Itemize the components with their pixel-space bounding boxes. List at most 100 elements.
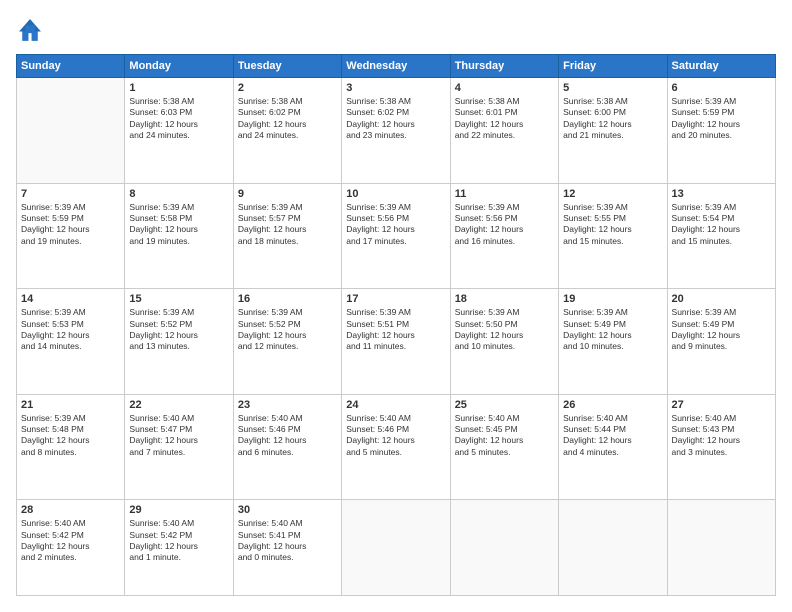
cell-content: Sunrise: 5:38 AMSunset: 6:00 PMDaylight:…	[563, 96, 662, 142]
day-number: 1	[129, 82, 228, 94]
cell-content: Sunrise: 5:39 AMSunset: 5:48 PMDaylight:…	[21, 413, 120, 459]
day-number: 13	[672, 188, 771, 200]
day-number: 11	[455, 188, 554, 200]
calendar-cell: 6 Sunrise: 5:39 AMSunset: 5:59 PMDaylight…	[667, 78, 775, 184]
day-number: 24	[346, 399, 445, 411]
calendar-cell: 24 Sunrise: 5:40 AMSunset: 5:46 PMDayligh…	[342, 394, 450, 500]
weekday-header-thursday: Thursday	[450, 55, 558, 78]
cell-content: Sunrise: 5:40 AMSunset: 5:47 PMDaylight:…	[129, 413, 228, 459]
cell-content: Sunrise: 5:39 AMSunset: 5:56 PMDaylight:…	[455, 202, 554, 248]
calendar-cell: 27 Sunrise: 5:40 AMSunset: 5:43 PMDayligh…	[667, 394, 775, 500]
header	[16, 16, 776, 44]
day-number: 27	[672, 399, 771, 411]
logo-icon	[16, 16, 44, 44]
day-number: 10	[346, 188, 445, 200]
week-row-1: 1 Sunrise: 5:38 AMSunset: 6:03 PMDaylight…	[17, 78, 776, 184]
cell-content: Sunrise: 5:38 AMSunset: 6:02 PMDaylight:…	[346, 96, 445, 142]
day-number: 22	[129, 399, 228, 411]
calendar-cell: 8 Sunrise: 5:39 AMSunset: 5:58 PMDaylight…	[125, 183, 233, 289]
day-number: 9	[238, 188, 337, 200]
day-number: 6	[672, 82, 771, 94]
calendar-header-row: SundayMondayTuesdayWednesdayThursdayFrid…	[17, 55, 776, 78]
day-number: 8	[129, 188, 228, 200]
day-number: 4	[455, 82, 554, 94]
calendar-cell: 3 Sunrise: 5:38 AMSunset: 6:02 PMDaylight…	[342, 78, 450, 184]
calendar-cell: 22 Sunrise: 5:40 AMSunset: 5:47 PMDayligh…	[125, 394, 233, 500]
calendar-cell	[342, 500, 450, 596]
calendar-cell: 20Sunrise: 5:39 AMSunset: 5:49 PMDayligh…	[667, 289, 775, 395]
cell-content: Sunrise: 5:39 AMSunset: 5:52 PMDaylight:…	[238, 307, 337, 353]
calendar-cell: 10 Sunrise: 5:39 AMSunset: 5:56 PMDayligh…	[342, 183, 450, 289]
week-row-3: 14 Sunrise: 5:39 AMSunset: 5:53 PMDayligh…	[17, 289, 776, 395]
day-number: 25	[455, 399, 554, 411]
calendar-body: 1 Sunrise: 5:38 AMSunset: 6:03 PMDaylight…	[17, 78, 776, 596]
calendar-cell: 7Sunrise: 5:39 AMSunset: 5:59 PMDaylight…	[17, 183, 125, 289]
calendar-cell	[450, 500, 558, 596]
day-number: 23	[238, 399, 337, 411]
calendar-cell: 28 Sunrise: 5:40 AMSunset: 5:42 PMDayligh…	[17, 500, 125, 596]
cell-content: Sunrise: 5:39 AMSunset: 5:55 PMDaylight:…	[563, 202, 662, 248]
cell-content: Sunrise: 5:39 AMSunset: 5:54 PMDaylight:…	[672, 202, 771, 248]
cell-content: Sunrise: 5:39 AMSunset: 5:50 PMDaylight:…	[455, 307, 554, 353]
cell-content: Sunrise: 5:39 AMSunset: 5:57 PMDaylight:…	[238, 202, 337, 248]
week-row-2: 7Sunrise: 5:39 AMSunset: 5:59 PMDaylight…	[17, 183, 776, 289]
day-number: 19	[563, 293, 662, 305]
weekday-header-wednesday: Wednesday	[342, 55, 450, 78]
cell-content: Sunrise: 5:39 AMSunset: 5:52 PMDaylight:…	[129, 307, 228, 353]
calendar-cell: 2 Sunrise: 5:38 AMSunset: 6:02 PMDaylight…	[233, 78, 341, 184]
logo	[16, 16, 48, 44]
calendar-cell: 21Sunrise: 5:39 AMSunset: 5:48 PMDayligh…	[17, 394, 125, 500]
cell-content: Sunrise: 5:39 AMSunset: 5:56 PMDaylight:…	[346, 202, 445, 248]
day-number: 5	[563, 82, 662, 94]
day-number: 2	[238, 82, 337, 94]
weekday-header-saturday: Saturday	[667, 55, 775, 78]
cell-content: Sunrise: 5:38 AMSunset: 6:02 PMDaylight:…	[238, 96, 337, 142]
cell-content: Sunrise: 5:40 AMSunset: 5:43 PMDaylight:…	[672, 413, 771, 459]
day-number: 15	[129, 293, 228, 305]
cell-content: Sunrise: 5:40 AMSunset: 5:46 PMDaylight:…	[238, 413, 337, 459]
cell-content: Sunrise: 5:39 AMSunset: 5:49 PMDaylight:…	[563, 307, 662, 353]
calendar-cell: 13 Sunrise: 5:39 AMSunset: 5:54 PMDayligh…	[667, 183, 775, 289]
cell-content: Sunrise: 5:39 AMSunset: 5:59 PMDaylight:…	[672, 96, 771, 142]
cell-content: Sunrise: 5:39 AMSunset: 5:53 PMDaylight:…	[21, 307, 120, 353]
cell-content: Sunrise: 5:39 AMSunset: 5:58 PMDaylight:…	[129, 202, 228, 248]
cell-content: Sunrise: 5:39 AMSunset: 5:51 PMDaylight:…	[346, 307, 445, 353]
cell-content: Sunrise: 5:39 AMSunset: 5:59 PMDaylight:…	[21, 202, 120, 248]
calendar-cell	[17, 78, 125, 184]
cell-content: Sunrise: 5:40 AMSunset: 5:42 PMDaylight:…	[21, 518, 120, 564]
calendar-cell	[559, 500, 667, 596]
weekday-header-monday: Monday	[125, 55, 233, 78]
cell-content: Sunrise: 5:40 AMSunset: 5:46 PMDaylight:…	[346, 413, 445, 459]
calendar-cell: 23 Sunrise: 5:40 AMSunset: 5:46 PMDayligh…	[233, 394, 341, 500]
calendar-cell: 9 Sunrise: 5:39 AMSunset: 5:57 PMDaylight…	[233, 183, 341, 289]
calendar-cell: 11 Sunrise: 5:39 AMSunset: 5:56 PMDayligh…	[450, 183, 558, 289]
day-number: 30	[238, 504, 337, 516]
page: SundayMondayTuesdayWednesdayThursdayFrid…	[0, 0, 792, 612]
calendar-cell: 4 Sunrise: 5:38 AMSunset: 6:01 PMDaylight…	[450, 78, 558, 184]
calendar-cell: 18Sunrise: 5:39 AMSunset: 5:50 PMDayligh…	[450, 289, 558, 395]
day-number: 20	[672, 293, 771, 305]
calendar-cell: 14 Sunrise: 5:39 AMSunset: 5:53 PMDayligh…	[17, 289, 125, 395]
calendar-cell: 15 Sunrise: 5:39 AMSunset: 5:52 PMDayligh…	[125, 289, 233, 395]
calendar-cell: 17Sunrise: 5:39 AMSunset: 5:51 PMDayligh…	[342, 289, 450, 395]
day-number: 29	[129, 504, 228, 516]
cell-content: Sunrise: 5:40 AMSunset: 5:41 PMDaylight:…	[238, 518, 337, 564]
cell-content: Sunrise: 5:40 AMSunset: 5:42 PMDaylight:…	[129, 518, 228, 564]
cell-content: Sunrise: 5:40 AMSunset: 5:45 PMDaylight:…	[455, 413, 554, 459]
calendar-cell	[667, 500, 775, 596]
day-number: 16	[238, 293, 337, 305]
day-number: 14	[21, 293, 120, 305]
calendar-cell: 29 Sunrise: 5:40 AMSunset: 5:42 PMDayligh…	[125, 500, 233, 596]
calendar-cell: 5 Sunrise: 5:38 AMSunset: 6:00 PMDaylight…	[559, 78, 667, 184]
calendar-cell: 16 Sunrise: 5:39 AMSunset: 5:52 PMDayligh…	[233, 289, 341, 395]
cell-content: Sunrise: 5:38 AMSunset: 6:03 PMDaylight:…	[129, 96, 228, 142]
week-row-5: 28 Sunrise: 5:40 AMSunset: 5:42 PMDayligh…	[17, 500, 776, 596]
cell-content: Sunrise: 5:38 AMSunset: 6:01 PMDaylight:…	[455, 96, 554, 142]
calendar-cell: 25 Sunrise: 5:40 AMSunset: 5:45 PMDayligh…	[450, 394, 558, 500]
calendar-cell: 1 Sunrise: 5:38 AMSunset: 6:03 PMDaylight…	[125, 78, 233, 184]
day-number: 3	[346, 82, 445, 94]
weekday-header-friday: Friday	[559, 55, 667, 78]
calendar-table: SundayMondayTuesdayWednesdayThursdayFrid…	[16, 54, 776, 596]
day-number: 28	[21, 504, 120, 516]
day-number: 26	[563, 399, 662, 411]
